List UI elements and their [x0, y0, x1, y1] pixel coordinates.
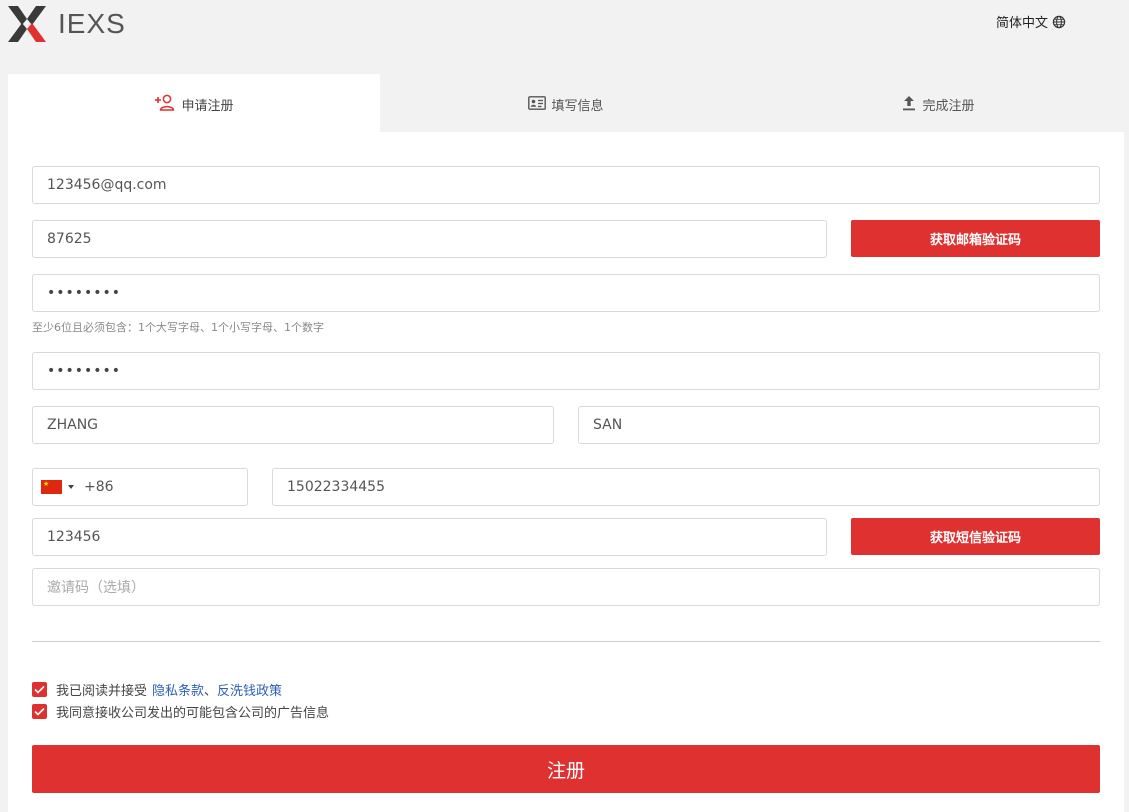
china-flag-icon: ★	[41, 480, 62, 494]
register-submit-button[interactable]: 注册	[32, 745, 1100, 793]
privacy-agreement-row: 我已阅读并接受 隐私条款 、 反洗钱政策	[32, 680, 282, 699]
brand-logo[interactable]: IEXS	[8, 5, 126, 43]
x-logo-icon	[8, 6, 46, 42]
registration-card: 申请注册 填写信息 完成注册 123456@qq.com 87625 获取邮箱验…	[8, 74, 1124, 812]
confirm-password-field[interactable]: ••••••••	[32, 352, 1100, 390]
get-sms-code-button[interactable]: 获取短信验证码	[851, 518, 1100, 555]
globe-icon	[1052, 15, 1066, 28]
privacy-terms-link[interactable]: 隐私条款	[152, 680, 204, 699]
caret-down-icon	[68, 485, 74, 489]
ads-agreement-row: 我同意接收公司发出的可能包含公司的广告信息	[32, 703, 330, 721]
step-label: 填写信息	[551, 98, 604, 114]
step-apply-register[interactable]: 申请注册	[8, 74, 380, 132]
password-hint: 至少6位且必须包含：1个大写字母、1个小写字母、1个数字	[32, 321, 324, 334]
language-selector[interactable]: 简体中文	[996, 12, 1066, 31]
divider	[32, 641, 1100, 642]
language-label: 简体中文	[996, 16, 1049, 31]
step-tabs: 申请注册 填写信息 完成注册	[8, 74, 1124, 132]
last-name-field[interactable]: ZHANG	[32, 406, 554, 444]
email-field[interactable]: 123456@qq.com	[32, 166, 1100, 204]
upload-icon	[901, 94, 917, 112]
check-icon	[34, 685, 45, 694]
privacy-prefix-text: 我已阅读并接受	[56, 683, 148, 699]
first-name-field[interactable]: SAN	[578, 406, 1100, 444]
step-label: 申请注册	[181, 98, 234, 114]
aml-policy-link[interactable]: 反洗钱政策	[217, 680, 282, 699]
country-code-value: +86	[84, 479, 114, 495]
header: IEXS 简体中文	[0, 0, 1129, 74]
get-email-code-button[interactable]: 获取邮箱验证码	[851, 220, 1100, 257]
ads-consent-text: 我同意接收公司发出的可能包含公司的广告信息	[56, 705, 330, 721]
separator-text: 、	[204, 683, 218, 699]
id-card-icon	[528, 96, 547, 110]
ads-checkbox[interactable]	[32, 703, 47, 719]
check-icon	[34, 707, 45, 716]
brand-name: IEXS	[58, 8, 126, 39]
invite-code-field[interactable]: 邀请码（选填）	[32, 568, 1100, 606]
add-user-icon	[154, 94, 176, 112]
password-field[interactable]: ••••••••	[32, 274, 1100, 312]
phone-field[interactable]: 15022334455	[272, 468, 1100, 506]
country-code-select[interactable]: ★ +86	[32, 468, 248, 506]
email-code-field[interactable]: 87625	[32, 220, 827, 258]
sms-code-field[interactable]: 123456	[32, 518, 827, 556]
step-label: 完成注册	[922, 98, 975, 114]
privacy-checkbox[interactable]	[32, 681, 47, 697]
step-complete-register[interactable]: 完成注册	[752, 74, 1124, 132]
step-fill-info[interactable]: 填写信息	[380, 74, 752, 132]
